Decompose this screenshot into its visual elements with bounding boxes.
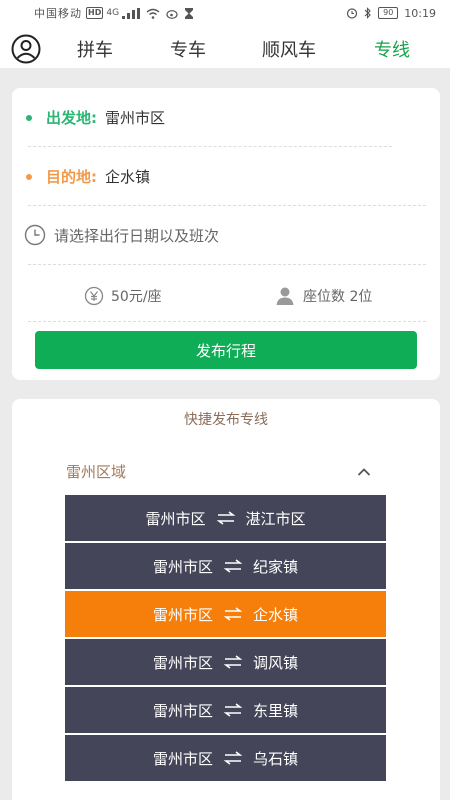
route-item[interactable]: 雷州市区 纪家镇	[65, 543, 386, 589]
chevron-up-icon[interactable]	[357, 465, 371, 479]
top-nav: 拼车 专车 顺风车 专线	[0, 26, 450, 68]
publish-trip-button[interactable]: 发布行程	[35, 331, 417, 369]
seat-count: 座位数 2位	[303, 289, 373, 305]
yuan-icon	[84, 286, 104, 306]
person-icon	[276, 287, 294, 305]
signal-icon	[122, 7, 141, 19]
route-item[interactable]: 雷州市区 湛江市区	[65, 495, 386, 541]
clock-icon	[24, 224, 46, 246]
route-item[interactable]: 雷州市区 调风镇	[65, 639, 386, 685]
swap-arrows-icon	[223, 559, 243, 573]
quick-publish-title: 快捷发布专线	[184, 412, 268, 428]
route-to: 企水镇	[253, 605, 299, 624]
tab-ride-share[interactable]: 顺风车	[262, 36, 316, 62]
price-value: 50元/座	[111, 289, 162, 305]
destination-dot	[26, 173, 32, 180]
destination-label: 目的地:	[46, 168, 97, 186]
alarm-icon	[347, 8, 358, 19]
seat-info[interactable]: 座位数 2位	[276, 286, 372, 306]
tab-dedicated-line[interactable]: 专线	[374, 36, 410, 62]
carrier-name: 中国移动	[34, 7, 82, 20]
route-to: 乌石镇	[253, 749, 299, 768]
route-from: 雷州市区	[152, 557, 213, 576]
schedule-picker[interactable]: 请选择出行日期以及班次	[24, 224, 219, 246]
schedule-placeholder: 请选择出行日期以及班次	[54, 226, 220, 245]
user-circle-icon[interactable]	[11, 34, 41, 64]
divider	[28, 321, 426, 322]
route-from: 雷州市区	[152, 653, 213, 672]
route-from: 雷州市区	[152, 605, 213, 624]
divider	[28, 146, 392, 147]
route-item[interactable]: 雷州市区 东里镇	[65, 687, 386, 733]
route-to: 纪家镇	[253, 557, 299, 576]
clock-time: 10:19	[404, 6, 436, 20]
origin-value: 雷州市区	[105, 109, 166, 127]
status-bar: 中国移动 HD 4G 90 10:19	[0, 0, 450, 26]
tab-private-car[interactable]: 专车	[170, 36, 206, 62]
hd-badge: HD	[86, 7, 104, 19]
route-item[interactable]: 雷州市区 乌石镇	[65, 735, 386, 781]
wifi-icon	[146, 8, 160, 19]
swap-arrows-icon	[223, 703, 243, 717]
route-to: 东里镇	[253, 701, 299, 720]
route-from: 雷州市区	[152, 701, 213, 720]
swap-arrows-icon	[223, 655, 243, 669]
weibo-icon	[166, 9, 178, 19]
tab-carpool[interactable]: 拼车	[77, 36, 113, 62]
quick-publish-card: 快捷发布专线 雷州区域 雷州市区 湛江市区 雷州市区 纪家镇 雷州市区 企水镇 …	[12, 399, 440, 800]
battery-indicator: 90	[378, 7, 399, 19]
network-type: 4G	[106, 8, 120, 18]
swap-arrows-icon	[223, 751, 243, 765]
region-label[interactable]: 雷州区域	[66, 461, 126, 482]
swap-arrows-icon	[223, 607, 243, 621]
swap-arrows-icon	[216, 511, 235, 525]
divider	[28, 205, 426, 206]
origin-label: 出发地:	[46, 109, 97, 127]
route-item-selected[interactable]: 雷州市区 企水镇	[65, 591, 386, 637]
route-from: 雷州市区	[152, 749, 213, 768]
divider	[28, 264, 426, 265]
destination-value: 企水镇	[105, 168, 151, 186]
price-info: 50元/座	[84, 286, 162, 306]
bluetooth-icon	[364, 7, 371, 19]
destination-row[interactable]: 目的地: 企水镇	[26, 166, 150, 187]
route-to: 湛江市区	[245, 509, 306, 528]
hourglass-icon	[185, 7, 194, 19]
trip-form-card: 出发地: 雷州市区 目的地: 企水镇 请选择出行日期以及班次 50元/座 座位数…	[12, 88, 440, 380]
route-list: 雷州市区 湛江市区 雷州市区 纪家镇 雷州市区 企水镇 雷州市区 调风镇 雷州市…	[65, 495, 386, 783]
route-to: 调风镇	[253, 653, 299, 672]
origin-row[interactable]: 出发地: 雷州市区	[26, 107, 165, 128]
route-from: 雷州市区	[145, 509, 206, 528]
origin-dot	[26, 114, 32, 121]
